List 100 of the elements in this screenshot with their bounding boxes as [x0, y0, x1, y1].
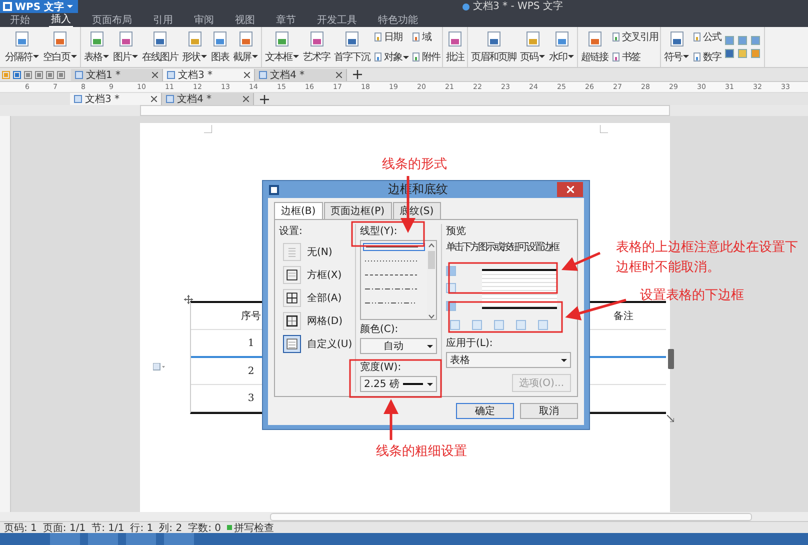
menu-tab[interactable]: 引用 — [151, 14, 175, 26]
ribbon-button[interactable]: 日期 — [373, 30, 409, 44]
border-setting-option[interactable]: 无(N) — [279, 243, 355, 261]
ribbon-button[interactable]: 超链接 — [579, 27, 610, 67]
color-dropdown[interactable]: 自动 — [360, 338, 437, 354]
caret-icon — [71, 55, 77, 58]
document-tab[interactable]: 文档3 * — [163, 68, 255, 80]
close-button[interactable] — [557, 182, 583, 197]
status-text: 页码: 1 — [4, 522, 37, 534]
ribbon-button[interactable]: 页码 — [518, 27, 547, 67]
document-tab[interactable]: 文档1 * — [71, 68, 163, 80]
corner-mark-icon — [600, 125, 608, 133]
ribbon-button[interactable]: 在线图片 — [140, 27, 180, 67]
caret-icon — [201, 55, 207, 58]
line-style-label: 线型(Y): — [360, 224, 398, 238]
app-logo-icon — [3, 2, 12, 11]
annotation-text: 线条的形式 — [382, 156, 447, 174]
ribbon-button[interactable]: 首字下沉 — [332, 27, 372, 67]
annotation-text: 线条的粗细设置 — [376, 443, 467, 461]
ok-button[interactable]: 确定 — [456, 403, 514, 419]
document-tab[interactable]: 文档4 * — [255, 68, 347, 80]
border-button[interactable] — [472, 320, 482, 330]
top-border-button[interactable] — [446, 266, 456, 276]
resize-handle-icon — [667, 415, 674, 422]
cancel-button[interactable]: 取消 — [520, 403, 578, 419]
arrow — [561, 252, 600, 271]
status-text: 拼写检查 — [234, 522, 274, 534]
line-style-option[interactable] — [363, 243, 425, 251]
line-sample — [365, 260, 417, 262]
border-button[interactable] — [516, 320, 526, 330]
caret-icon — [252, 55, 258, 58]
move-handle-icon — [184, 295, 193, 304]
corner-mark-icon — [204, 125, 212, 133]
document-tab[interactable]: 文档4 * — [162, 93, 254, 105]
apply-to-label: 应用于(L): — [446, 336, 494, 350]
ribbon-button[interactable]: 附件 — [411, 50, 440, 64]
line-sample — [365, 288, 417, 290]
ribbon-button[interactable]: 数字 — [692, 50, 721, 64]
row-handle-icon — [668, 349, 674, 369]
ribbon-button[interactable]: 域 — [411, 30, 440, 44]
menu-tab[interactable]: 章节 — [274, 14, 298, 26]
line-style-list[interactable] — [360, 240, 437, 320]
app-menu-button[interactable]: WPS 文字 — [0, 0, 78, 13]
ribbon-button[interactable]: 分隔符 — [3, 27, 41, 67]
line-sample — [365, 274, 417, 276]
close-icon — [566, 186, 574, 193]
caret-icon — [103, 55, 109, 58]
border-setting-option[interactable]: 方框(X) — [279, 266, 355, 284]
apply-to-dropdown[interactable]: 表格 — [446, 352, 571, 368]
document-tab[interactable]: 文档3 * — [70, 93, 162, 105]
ribbon-button[interactable]: 表格 — [82, 27, 111, 67]
inside-border-button[interactable] — [446, 283, 456, 294]
border-button[interactable] — [450, 320, 460, 330]
ribbon-button[interactable]: 符号 — [662, 27, 691, 67]
ribbon-button[interactable]: 水印 — [547, 27, 576, 67]
caret-icon — [561, 358, 567, 362]
close-icon — [336, 72, 342, 78]
border-button[interactable] — [494, 320, 504, 330]
ribbon-button[interactable]: 截屏 — [231, 27, 260, 67]
annotation-text: 设置表格的下边框 — [640, 287, 744, 305]
ribbon-button[interactable]: 艺术字 — [301, 27, 332, 67]
width-dropdown[interactable]: 2.25 磅 — [360, 376, 437, 392]
dialog-tab[interactable]: 页面边框(P) — [324, 202, 392, 219]
menu-tab[interactable]: 开始 — [8, 14, 32, 26]
ribbon-button[interactable]: 书签 — [611, 50, 658, 64]
line-sample — [365, 302, 417, 304]
line-sample — [403, 383, 423, 385]
ribbon-button[interactable]: 图表 — [209, 27, 231, 67]
menu-tab[interactable]: 页面布局 — [90, 14, 134, 26]
menu-tab[interactable]: 视图 — [233, 14, 257, 26]
caret-icon — [427, 344, 433, 348]
caret-icon — [683, 55, 689, 58]
ribbon-button[interactable]: 公式 — [692, 30, 721, 44]
menu-tab[interactable]: 审阅 — [192, 14, 216, 26]
app-logo-icon — [269, 184, 279, 194]
ribbon-button[interactable]: 页眉和页脚 — [469, 27, 518, 67]
status-text: 页面: 1/1 — [42, 522, 86, 534]
line-sample — [366, 246, 418, 248]
close-icon — [243, 96, 249, 102]
ribbon-button[interactable]: 交叉引用 — [611, 30, 658, 44]
paste-options-icon — [153, 363, 165, 371]
border-button[interactable] — [538, 320, 548, 330]
ribbon-button[interactable]: 空白页 — [41, 27, 79, 67]
ribbon-button[interactable]: 批注 — [444, 27, 466, 67]
ribbon-button[interactable]: 图片 — [111, 27, 140, 67]
status-indicator-icon — [227, 525, 232, 530]
close-icon — [244, 72, 250, 78]
scrollbar[interactable] — [427, 241, 436, 319]
caret-icon — [403, 56, 409, 58]
settings-label: 设置: — [279, 224, 304, 238]
caret-icon — [67, 5, 74, 8]
dialog-tab[interactable]: 边框(B) — [274, 202, 323, 219]
caret-icon — [293, 55, 299, 58]
menu-tab[interactable]: 特色功能 — [376, 14, 420, 26]
status-text: 行: 1 — [130, 522, 154, 534]
menu-tab[interactable]: 开发工具 — [315, 14, 359, 26]
scrollbar-thumb[interactable] — [270, 512, 752, 520]
ribbon-button[interactable]: 形状 — [180, 27, 209, 67]
ribbon-button[interactable]: 对象 — [373, 50, 409, 64]
ribbon-button[interactable]: 文本框 — [263, 27, 301, 67]
